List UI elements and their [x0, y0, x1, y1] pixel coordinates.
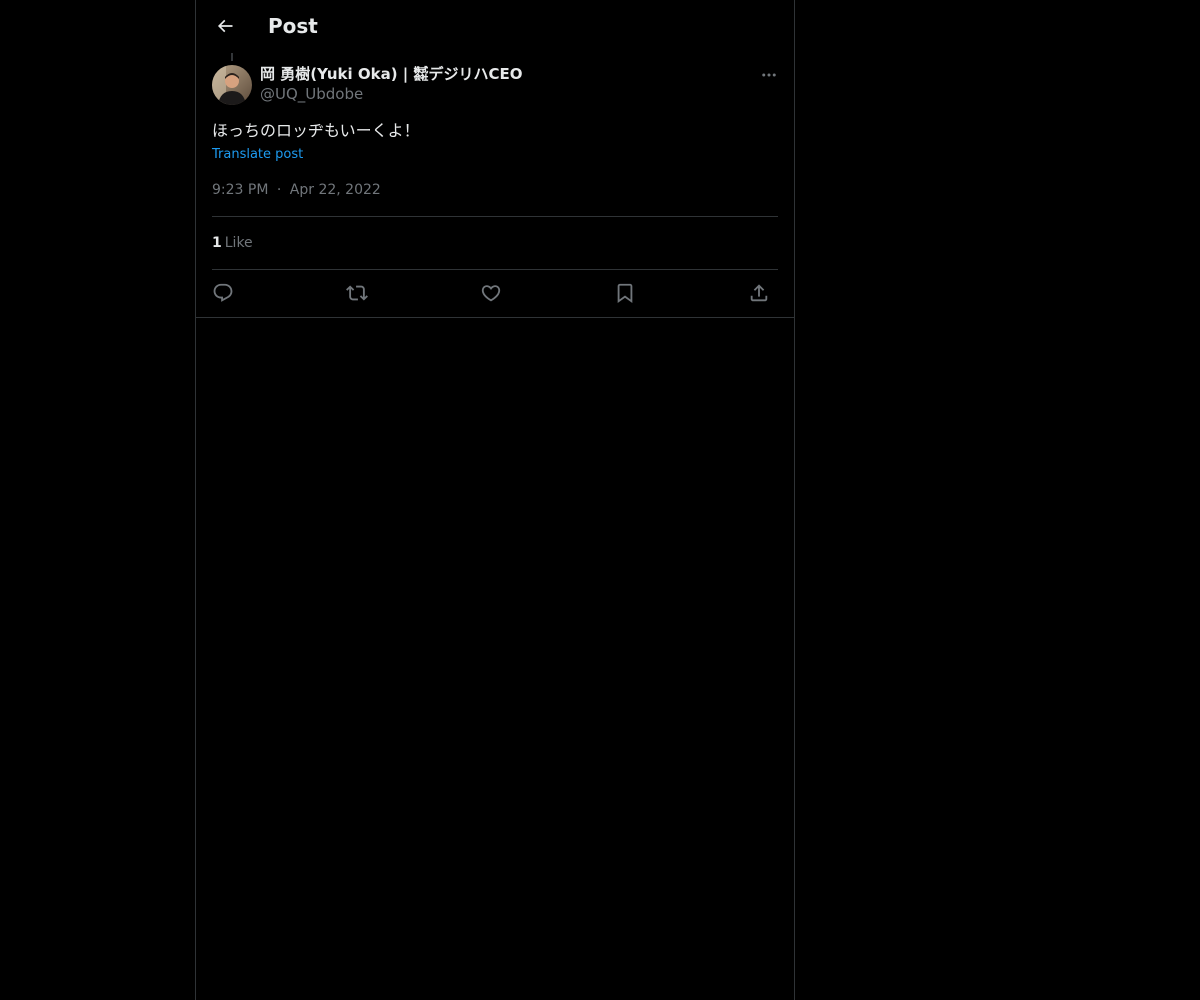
header: Post — [196, 0, 794, 53]
divider — [212, 269, 778, 270]
more-options-button[interactable] — [756, 62, 782, 88]
share-button[interactable] — [744, 278, 774, 308]
like-icon — [480, 282, 502, 304]
like-button[interactable] — [476, 278, 506, 308]
action-bar — [212, 278, 778, 308]
divider — [212, 216, 778, 217]
main-column: Post 岡 勇樹(Yuki Oka) | ㍿デジリハCEO @UQ_Ubdob… — [195, 0, 795, 1000]
post-bottom-border — [196, 317, 794, 318]
likes-label: Like — [224, 235, 253, 251]
repost-button[interactable] — [342, 278, 372, 308]
post-text: ほっちのロッヂもいーくよ！ — [212, 121, 420, 140]
reply-button[interactable] — [208, 278, 238, 308]
likes-count-row[interactable]: 1 Like — [212, 233, 253, 253]
translate-post-link[interactable]: Translate post — [212, 146, 303, 164]
post-time[interactable]: 9:23 PM — [212, 182, 268, 198]
post-date[interactable]: Apr 22, 2022 — [290, 182, 381, 198]
avatar[interactable] — [212, 65, 252, 105]
thread-connector — [231, 53, 233, 61]
post-timestamp: 9:23 PM · Apr 22, 2022 — [212, 180, 381, 200]
author-display-name[interactable]: 岡 勇樹(Yuki Oka) | ㍿デジリハCEO — [260, 64, 523, 84]
repost-icon — [346, 282, 368, 304]
author-block: 岡 勇樹(Yuki Oka) | ㍿デジリハCEO @UQ_Ubdobe — [260, 64, 523, 104]
share-icon — [748, 282, 770, 304]
timestamp-separator: · — [276, 182, 282, 198]
page-title: Post — [268, 14, 318, 38]
more-dots-icon — [760, 66, 778, 84]
reply-icon — [212, 282, 234, 304]
author-handle[interactable]: @UQ_Ubdobe — [260, 84, 523, 104]
arrow-left-icon — [215, 16, 235, 36]
likes-count: 1 — [212, 235, 222, 251]
back-button[interactable] — [208, 9, 242, 43]
bookmark-button[interactable] — [610, 278, 640, 308]
bookmark-icon — [614, 282, 636, 304]
